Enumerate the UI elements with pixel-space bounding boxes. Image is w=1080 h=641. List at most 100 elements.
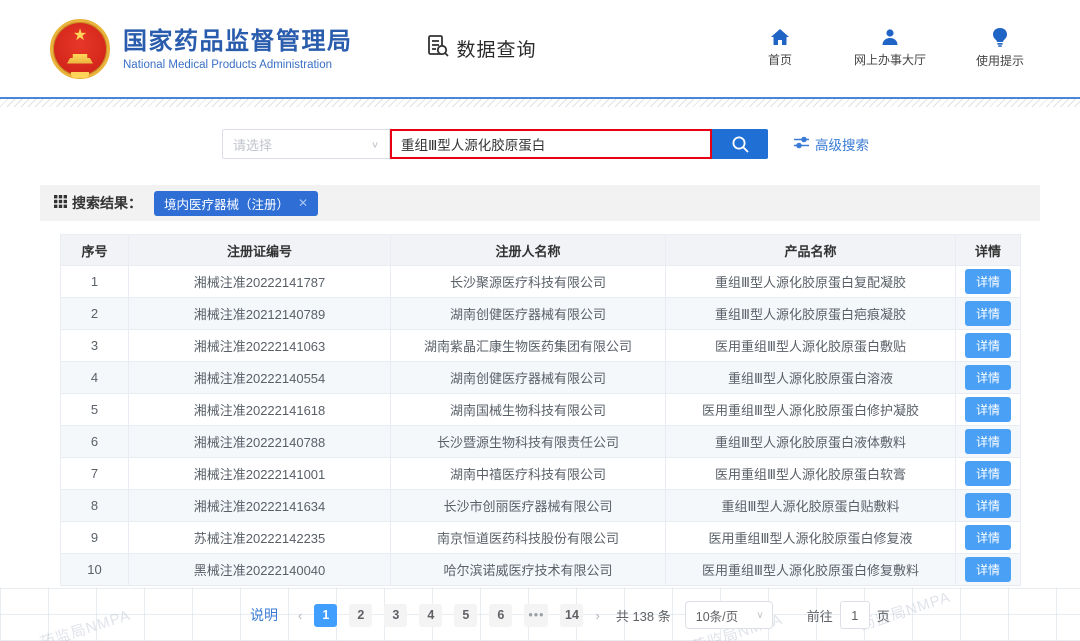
detail-button[interactable]: 详情 [965,269,1011,294]
top-nav: 首页 网上办事大厅 使用提示 [752,28,1040,69]
product-name: 重组Ⅲ型人源化胶原蛋白复配凝胶 [666,266,956,298]
cert-number: 湘械注准20222141001 [129,458,391,490]
page-button[interactable]: 2 [349,604,372,627]
page-button[interactable]: 14 [560,604,583,627]
row-number: 10 [61,554,129,586]
row-number: 3 [61,330,129,362]
header: ★ 国家药品监督管理局 National Medical Products Ad… [0,0,1080,97]
detail-button[interactable]: 详情 [965,365,1011,390]
table-row: 1 湘械注准20222141787 长沙聚源医疗科技有限公司 重组Ⅲ型人源化胶原… [61,266,1021,298]
search-button[interactable] [712,129,768,159]
product-name: 医用重组Ⅲ型人源化胶原蛋白敷贴 [666,330,956,362]
row-number: 2 [61,298,129,330]
row-number: 6 [61,426,129,458]
page: ★ 国家药品监督管理局 National Medical Products Ad… [0,0,1080,641]
category-select-placeholder: 请选择 [233,135,371,154]
page-button[interactable]: 1 [314,604,337,627]
detail-button[interactable]: 详情 [965,557,1011,582]
product-name: 医用重组Ⅲ型人源化胶原蛋白软膏 [666,458,956,490]
results-label: 搜索结果： [54,193,142,213]
nav-item-online-hall[interactable]: 网上办事大厅 [854,28,926,69]
cert-number: 湘械注准20222140788 [129,426,391,458]
product-name: 重组Ⅲ型人源化胶原蛋白液体敷料 [666,426,956,458]
product-name: 医用重组Ⅲ型人源化胶原蛋白修护凝胶 [666,394,956,426]
category-select[interactable]: 请选择 ∨ [222,129,390,159]
col-header-no: 序号 [61,235,129,266]
goto-page-input[interactable] [840,601,870,629]
filter-tag-domestic-device[interactable]: 境内医疗器械（注册） ✕ [154,191,318,216]
emblem-gate-icon [67,54,93,64]
product-name: 医用重组Ⅲ型人源化胶原蛋白修复敷料 [666,554,956,586]
detail-button[interactable]: 详情 [965,301,1011,326]
row-number: 8 [61,490,129,522]
filter-tag-label: 境内医疗器械（注册） [164,194,289,213]
advanced-search-link[interactable]: 高级搜索 [794,134,869,154]
org-name-en: National Medical Products Administration [123,59,353,71]
registrant-name: 长沙暨源生物科技有限责任公司 [391,426,666,458]
results-table-wrap: 序号 注册证编号 注册人名称 产品名称 详情 1 湘械注准20222141787… [60,234,1020,586]
prev-page-icon[interactable]: ‹ [292,608,308,623]
row-number: 9 [61,522,129,554]
nav-item-home[interactable]: 首页 [752,28,808,69]
hatch-strip [0,99,1080,107]
search-input[interactable] [392,131,710,157]
document-search-icon [425,33,451,64]
data-query-title: 数据查询 [425,33,537,64]
registrant-name: 南京恒道医药科技股份有限公司 [391,522,666,554]
page-button[interactable]: 3 [384,604,407,627]
detail-button[interactable]: 详情 [965,397,1011,422]
cert-number: 苏械注准20222142235 [129,522,391,554]
page-buttons: 123456 ••• 14 [308,604,589,627]
table-row: 8 湘械注准20222141634 长沙市创丽医疗器械有限公司 重组Ⅲ型人源化胶… [61,490,1021,522]
nav-item-usage-tips[interactable]: 使用提示 [972,28,1028,69]
col-header-cert: 注册证编号 [129,235,391,266]
sliders-icon [794,136,809,152]
col-header-detail: 详情 [956,235,1021,266]
total-count: 共 138 条 [616,606,671,625]
user-icon [880,28,900,46]
results-label-text: 搜索结果： [72,193,142,213]
table-row: 7 湘械注准20222141001 湖南中禧医疗科技有限公司 医用重组Ⅲ型人源化… [61,458,1021,490]
page-button[interactable]: 4 [419,604,442,627]
emblem-star-icon: ★ [73,28,87,44]
page-button[interactable]: ••• [524,604,548,627]
chevron-down-icon: ∨ [371,139,379,149]
registrant-name: 长沙市创丽医疗器械有限公司 [391,490,666,522]
page-button[interactable]: 5 [454,604,477,627]
product-name: 重组Ⅲ型人源化胶原蛋白贴敷料 [666,490,956,522]
row-number: 1 [61,266,129,298]
registrant-name: 哈尔滨诺威医疗技术有限公司 [391,554,666,586]
product-name: 重组Ⅲ型人源化胶原蛋白溶液 [666,362,956,394]
grid-icon [54,195,67,211]
next-page-icon[interactable]: › [589,608,605,623]
bulb-icon [992,28,1008,47]
table-row: 5 湘械注准20222141618 湖南国械生物科技有限公司 医用重组Ⅲ型人源化… [61,394,1021,426]
table-header-row: 序号 注册证编号 注册人名称 产品名称 详情 [61,235,1021,266]
registrant-name: 湖南中禧医疗科技有限公司 [391,458,666,490]
col-header-product: 产品名称 [666,235,956,266]
detail-button[interactable]: 详情 [965,429,1011,454]
detail-button[interactable]: 详情 [965,461,1011,486]
nav-label: 使用提示 [976,52,1024,69]
goto-page: 前往 页 [807,601,890,629]
org-title-block: 国家药品监督管理局 National Medical Products Admi… [123,27,353,71]
close-icon[interactable]: ✕ [298,196,308,210]
cert-number: 湘械注准20222141787 [129,266,391,298]
row-number: 5 [61,394,129,426]
detail-button[interactable]: 详情 [965,493,1011,518]
detail-button[interactable]: 详情 [965,333,1011,358]
page-button[interactable]: 6 [489,604,512,627]
page-size-select[interactable]: 10条/页 ∨ [685,601,773,629]
product-name: 重组Ⅲ型人源化胶原蛋白疤痕凝胶 [666,298,956,330]
note-link[interactable]: 说明 [250,605,278,625]
results-table: 序号 注册证编号 注册人名称 产品名称 详情 1 湘械注准20222141787… [60,234,1021,586]
registrant-name: 长沙聚源医疗科技有限公司 [391,266,666,298]
org-name: 国家药品监督管理局 [123,27,353,57]
page-size-value: 10条/页 [696,606,738,625]
results-bar: 搜索结果： 境内医疗器械（注册） ✕ [40,185,1040,221]
detail-button[interactable]: 详情 [965,525,1011,550]
table-row: 9 苏械注准20222142235 南京恒道医药科技股份有限公司 医用重组Ⅲ型人… [61,522,1021,554]
registrant-name: 湖南紫晶汇康生物医药集团有限公司 [391,330,666,362]
emblem-ribbon [71,72,89,78]
registrant-name: 湖南创健医疗器械有限公司 [391,298,666,330]
